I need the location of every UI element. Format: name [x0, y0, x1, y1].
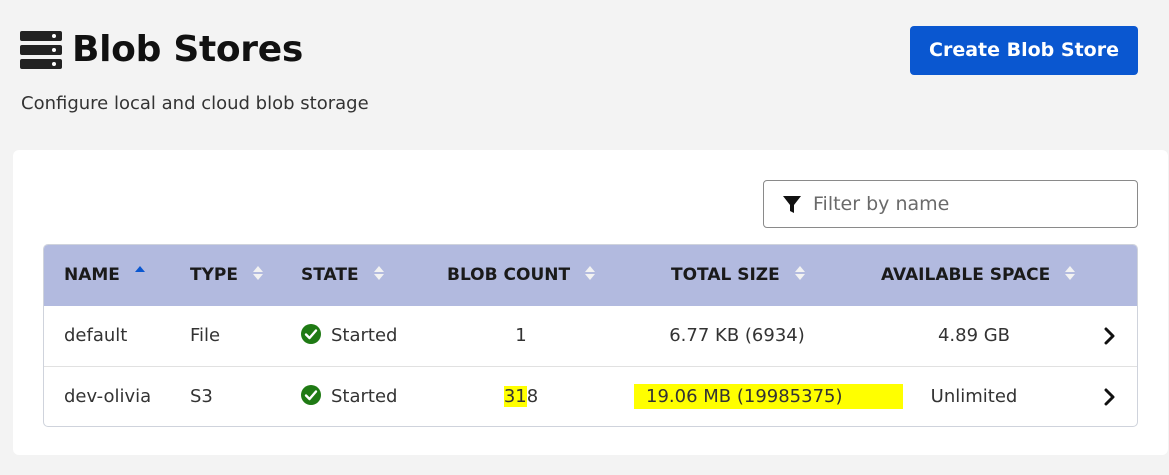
page-title: Blob Stores: [72, 29, 303, 70]
table-row[interactable]: dev-olivia S3 Started 318 19.06 MB (1998…: [44, 366, 1137, 426]
highlighted-text: 31: [503, 386, 527, 407]
sort-ascending-icon: [134, 266, 145, 280]
column-header-available-space[interactable]: AVAILABLE SPACE: [881, 245, 1076, 306]
cell-type: S3: [190, 386, 213, 407]
column-header-state[interactable]: STATE: [301, 245, 385, 306]
sort-icon: [252, 266, 263, 280]
filter-input[interactable]: [813, 181, 1123, 227]
cell-blob-count: 318: [503, 386, 539, 407]
chevron-right-icon[interactable]: [1103, 388, 1117, 406]
check-circle-icon: [301, 324, 321, 344]
cell-name: dev-olivia: [64, 386, 152, 407]
blob-stores-table: NAME TYPE STATE BLOB COUNT TOTAL SIZE AV…: [43, 244, 1138, 427]
cell-name: default: [64, 325, 128, 346]
cell-total-size: 19.06 MB (19985375): [634, 366, 903, 426]
cell-available-space: Unlimited: [930, 386, 1018, 407]
sort-icon: [1065, 266, 1076, 280]
column-header-blob-count[interactable]: BLOB COUNT: [447, 245, 596, 306]
column-header-name[interactable]: NAME: [64, 245, 146, 306]
chevron-right-icon[interactable]: [1103, 327, 1117, 345]
check-circle-icon: [301, 385, 321, 405]
sort-icon: [585, 266, 595, 280]
cell-available-space: 4.89 GB: [937, 325, 1011, 346]
cell-blob-count: 1: [515, 325, 527, 346]
filter-field[interactable]: [763, 180, 1138, 228]
cell-state: Started: [301, 366, 397, 426]
sort-icon: [794, 266, 805, 280]
create-blob-store-button[interactable]: Create Blob Store: [910, 26, 1138, 75]
cell-state: Started: [301, 305, 397, 366]
column-header-type[interactable]: TYPE: [190, 245, 264, 306]
page-subtitle: Configure local and cloud blob storage: [21, 93, 369, 114]
cell-total-size: 6.77 KB (6934): [669, 325, 805, 346]
highlighted-text: 19.06 MB (19985375): [634, 384, 903, 409]
sort-icon: [373, 266, 384, 280]
cell-type: File: [190, 325, 221, 346]
database-stack-icon: [20, 31, 62, 69]
table-row[interactable]: default File Started 1 6.77 KB (6934) 4.…: [44, 305, 1137, 366]
table-header: NAME TYPE STATE BLOB COUNT TOTAL SIZE AV…: [44, 245, 1137, 306]
column-header-total-size[interactable]: TOTAL SIZE: [671, 245, 806, 306]
filter-icon: [783, 196, 801, 213]
